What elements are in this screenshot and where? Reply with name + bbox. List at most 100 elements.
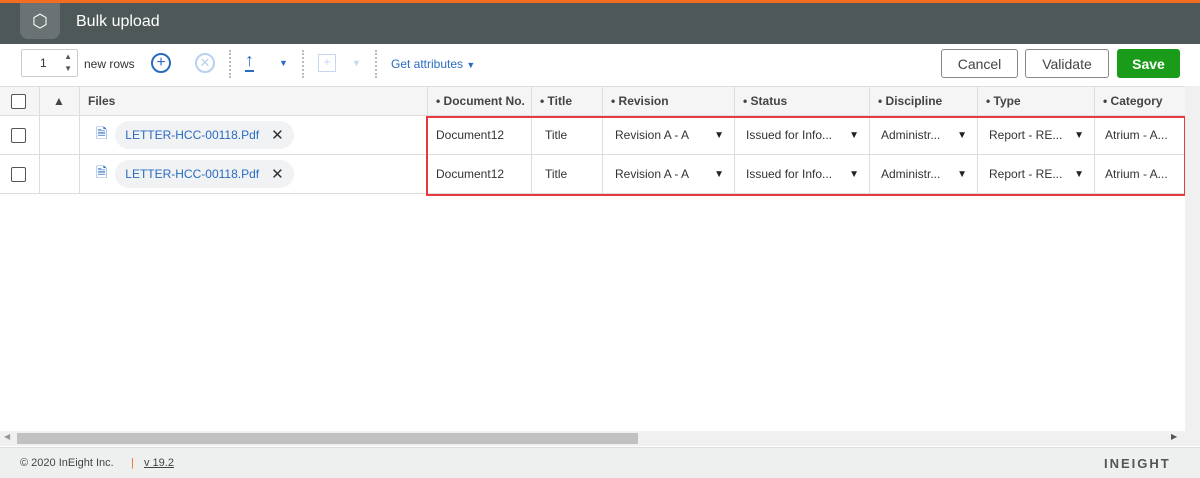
row-select[interactable] <box>0 155 40 193</box>
discipline-dropdown[interactable]: Administr... ▼ <box>870 116 978 154</box>
file-chip[interactable]: LETTER-HCC-00118.Pdf ✕ <box>115 160 294 188</box>
upload-icon[interactable]: ↑ <box>245 50 254 72</box>
category-dropdown[interactable]: Atrium - A... <box>1095 155 1186 193</box>
warning-column: ▲ <box>40 87 80 115</box>
scroll-left-icon[interactable]: ◀ <box>4 432 10 441</box>
row-select[interactable] <box>0 116 40 154</box>
scrollbar-thumb[interactable] <box>17 433 638 444</box>
add-row-icon[interactable]: + <box>151 53 171 73</box>
rows-value[interactable]: 1 <box>40 56 47 70</box>
copy-dropdown-icon[interactable]: ▼ <box>352 58 361 68</box>
remove-file-icon[interactable]: ✕ <box>271 165 284 183</box>
toolbar: 1 ▲ ▼ new rows + ✕ ↑ ▼ + ▼ Get attribute… <box>0 44 1200 86</box>
warning-cell <box>40 155 80 193</box>
row-checkbox[interactable] <box>11 166 26 182</box>
status-value: Issued for Info... <box>746 167 833 181</box>
vertical-scrollbar[interactable] <box>1185 86 1200 446</box>
chevron-down-icon: ▼ <box>957 129 967 141</box>
divider <box>302 50 304 78</box>
column-header-revision[interactable]: • Revision <box>603 87 735 115</box>
revision-value: Revision A - A <box>615 167 690 181</box>
document-no-cell[interactable]: Document12 <box>428 155 532 193</box>
chevron-down-icon: ▼ <box>957 168 967 180</box>
table-row: 🗎 LETTER-HCC-00118.Pdf ✕ Document12 Title … <box>0 155 1186 194</box>
save-button[interactable]: Save <box>1117 49 1180 78</box>
file-link[interactable]: LETTER-HCC-00118.Pdf <box>125 167 259 181</box>
revision-dropdown[interactable]: Revision A - A ▼ <box>603 116 735 154</box>
remove-file-icon[interactable]: ✕ <box>271 126 284 144</box>
type-value: Report - RE... <box>989 167 1063 181</box>
column-header-files[interactable]: Files <box>80 87 428 115</box>
cancel-button[interactable]: Cancel <box>941 49 1018 78</box>
decrement-icon[interactable]: ▼ <box>64 64 72 73</box>
status-dropdown[interactable]: Issued for Info... ▼ <box>735 116 870 154</box>
increment-icon[interactable]: ▲ <box>64 52 72 61</box>
file-icon: 🗎 <box>96 125 108 141</box>
column-header-discipline[interactable]: • Discipline <box>870 87 978 115</box>
app-header: ⬡ Bulk upload <box>0 3 1200 44</box>
status-value: Issued for Info... <box>746 128 833 142</box>
discipline-value: Administr... <box>881 167 941 181</box>
remove-row-icon[interactable]: ✕ <box>195 53 215 73</box>
column-header-title[interactable]: • Title <box>532 87 603 115</box>
file-link[interactable]: LETTER-HCC-00118.Pdf <box>125 128 259 142</box>
row-checkbox[interactable] <box>11 127 26 143</box>
column-label: Status <box>750 94 788 108</box>
scroll-right-icon[interactable]: ▶ <box>1171 432 1177 441</box>
chevron-down-icon: ▼ <box>714 129 724 141</box>
table-header: ▲ Files • Document No. • Title • Revisio… <box>0 86 1186 116</box>
file-icon: 🗎 <box>96 164 108 180</box>
chevron-down-icon: ▼ <box>849 129 859 141</box>
category-dropdown[interactable]: Atrium - A... <box>1095 116 1186 154</box>
brand-logo: INEIGHT <box>1104 456 1171 471</box>
category-value: Atrium - A... <box>1105 128 1168 142</box>
column-label: Title <box>547 94 572 108</box>
footer-divider: | <box>131 457 134 469</box>
chevron-down-icon: ▼ <box>1074 129 1084 141</box>
type-dropdown[interactable]: Report - RE... ▼ <box>978 116 1095 154</box>
column-label: Category <box>1110 94 1163 108</box>
select-all-cell[interactable] <box>0 87 40 115</box>
discipline-value: Administr... <box>881 128 941 142</box>
horizontal-scrollbar[interactable]: ◀ ▶ <box>0 431 1185 446</box>
validate-button[interactable]: Validate <box>1025 49 1109 78</box>
get-attributes-label: Get attributes <box>391 57 464 71</box>
column-header-status[interactable]: • Status <box>735 87 870 115</box>
new-rows-stepper[interactable]: 1 ▲ ▼ <box>21 49 78 77</box>
type-dropdown[interactable]: Report - RE... ▼ <box>978 155 1095 193</box>
chevron-down-icon: ▼ <box>849 168 859 180</box>
table-row: 🗎 LETTER-HCC-00118.Pdf ✕ Document12 Title … <box>0 116 1186 155</box>
chevron-down-icon: ▼ <box>714 168 724 180</box>
category-value: Atrium - A... <box>1105 167 1168 181</box>
column-header-category[interactable]: • Category <box>1095 87 1186 115</box>
file-chip[interactable]: LETTER-HCC-00118.Pdf ✕ <box>115 121 294 149</box>
chevron-down-icon: ▼ <box>1074 168 1084 180</box>
status-dropdown[interactable]: Issued for Info... ▼ <box>735 155 870 193</box>
get-attributes-button[interactable]: Get attributes ▼ <box>391 57 475 71</box>
revision-value: Revision A - A <box>615 128 690 142</box>
column-header-document-no[interactable]: • Document No. <box>428 87 532 115</box>
title-cell[interactable]: Title <box>532 155 603 193</box>
discipline-dropdown[interactable]: Administr... ▼ <box>870 155 978 193</box>
divider <box>375 50 377 78</box>
title-cell[interactable]: Title <box>532 116 603 154</box>
copy-icon[interactable]: + <box>318 54 336 72</box>
revision-dropdown[interactable]: Revision A - A ▼ <box>603 155 735 193</box>
column-header-type[interactable]: • Type <box>978 87 1095 115</box>
chevron-down-icon: ▼ <box>466 60 476 70</box>
footer: © 2020 InEight Inc. | v 19.2 INEIGHT <box>0 447 1200 478</box>
files-cell: 🗎 LETTER-HCC-00118.Pdf ✕ <box>80 116 428 154</box>
column-label: Revision <box>618 94 669 108</box>
column-label: Document No. <box>443 94 525 108</box>
version-link[interactable]: v 19.2 <box>144 457 174 469</box>
warning-cell <box>40 116 80 154</box>
select-all-checkbox[interactable] <box>11 93 26 109</box>
column-label: Discipline <box>885 94 943 108</box>
divider <box>229 50 231 78</box>
warning-icon: ▲ <box>53 94 65 108</box>
document-no-cell[interactable]: Document12 <box>428 116 532 154</box>
upload-dropdown-icon[interactable]: ▼ <box>279 58 288 68</box>
app-logo-icon: ⬡ <box>20 3 60 39</box>
files-cell: 🗎 LETTER-HCC-00118.Pdf ✕ <box>80 155 428 193</box>
column-label: Type <box>993 94 1021 108</box>
